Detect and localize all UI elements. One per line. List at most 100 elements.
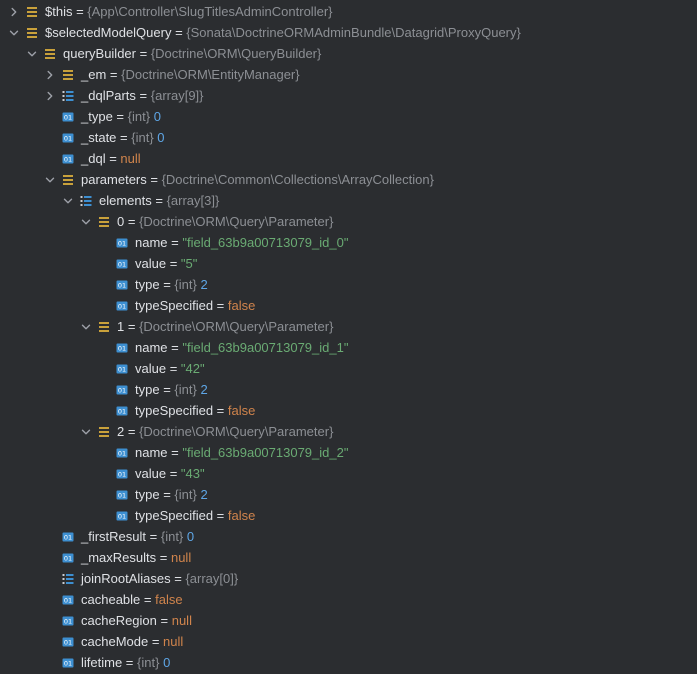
chevron-down-icon[interactable] (80, 421, 92, 442)
tree-row[interactable]: 01 lifetime = {int} 0 (0, 652, 697, 673)
variable-name: typeSpecified (135, 298, 214, 313)
primitive-icon: 01 (116, 379, 128, 400)
tree-row[interactable]: 01 _dql = null (0, 148, 697, 169)
chevron-down-icon[interactable] (8, 22, 20, 43)
row-text: _dql = null (81, 148, 141, 169)
svg-text:01: 01 (118, 407, 126, 415)
equals-sign: = (166, 466, 181, 481)
tree-row[interactable]: 01 value = "43" (0, 463, 697, 484)
equals-sign: = (213, 298, 228, 313)
equals-sign: = (166, 256, 181, 271)
row-text: lifetime = {int} 0 (81, 652, 170, 673)
variable-type: {int} (127, 109, 151, 124)
variable-name: _type (81, 109, 113, 124)
equals-sign: = (167, 340, 183, 355)
equals-sign: = (146, 172, 162, 187)
object-icon (62, 64, 74, 85)
primitive-icon: 01 (116, 232, 128, 253)
tree-row[interactable]: 01 typeSpecified = false (0, 505, 697, 526)
tree-row[interactable]: 01 cacheRegion = null (0, 610, 697, 631)
variable-name: $this (45, 4, 73, 19)
variable-name: type (135, 277, 160, 292)
tree-row[interactable]: $selectedModelQuery = {Sonata\DoctrineOR… (0, 22, 697, 43)
variable-value: "42" (180, 361, 205, 376)
tree-row[interactable]: joinRootAliases = {array[0]} (0, 568, 697, 589)
tree-row[interactable]: 01 typeSpecified = false (0, 295, 697, 316)
tree-row[interactable]: elements = {array[3]} (0, 190, 697, 211)
variable-type: {int} (174, 487, 197, 502)
variable-name: parameters (81, 172, 147, 187)
svg-text:01: 01 (118, 386, 126, 394)
tree-row[interactable]: 01 name = "field_63b9a00713079_id_2" (0, 442, 697, 463)
tree-row[interactable]: 1 = {Doctrine\ORM\Query\Parameter} (0, 316, 697, 337)
chevron-down-icon[interactable] (80, 211, 92, 232)
svg-text:01: 01 (118, 449, 126, 457)
tree-row[interactable]: 01 value = "5" (0, 253, 697, 274)
chevron-right-icon[interactable] (8, 1, 20, 22)
primitive-icon: 01 (62, 526, 74, 547)
svg-text:01: 01 (64, 596, 72, 604)
tree-row[interactable]: 01 name = "field_63b9a00713079_id_1" (0, 337, 697, 358)
variable-name: _dql (81, 151, 106, 166)
tree-row[interactable]: 01 type = {int} 2 (0, 484, 697, 505)
chevron-down-icon[interactable] (44, 169, 56, 190)
tree-row[interactable]: 01 cacheable = false (0, 589, 697, 610)
array-icon (80, 190, 92, 211)
tree-row[interactable]: 01 type = {int} 2 (0, 274, 697, 295)
tree-row[interactable]: 2 = {Doctrine\ORM\Query\Parameter} (0, 421, 697, 442)
variable-value: "5" (180, 256, 198, 271)
chevron-down-icon[interactable] (26, 43, 38, 64)
variable-type: {int} (131, 130, 154, 145)
row-text: $selectedModelQuery = {Sonata\DoctrineOR… (45, 22, 521, 43)
variable-type: {Doctrine\Common\Collections\ArrayCollec… (161, 172, 434, 187)
svg-text:01: 01 (118, 470, 126, 478)
tree-row[interactable]: parameters = {Doctrine\Common\Collection… (0, 169, 697, 190)
variable-name: type (135, 487, 160, 502)
variable-name: value (135, 466, 167, 481)
tree-row[interactable]: 01 _maxResults = null (0, 547, 697, 568)
chevron-right-icon[interactable] (44, 85, 56, 106)
object-icon (98, 316, 110, 337)
tree-row[interactable]: 01 value = "42" (0, 358, 697, 379)
variable-value: 2 (200, 487, 208, 502)
equals-sign: = (159, 382, 175, 397)
equals-sign: = (112, 109, 128, 124)
variable-name: lifetime (81, 655, 123, 670)
tree-row[interactable]: 0 = {Doctrine\ORM\Query\Parameter} (0, 211, 697, 232)
row-text: joinRootAliases = {array[0]} (81, 568, 238, 589)
variable-name: name (135, 445, 168, 460)
variable-value: 0 (157, 130, 165, 145)
variable-value: null (163, 634, 184, 649)
row-text: 2 = {Doctrine\ORM\Query\Parameter} (117, 421, 333, 442)
chevron-down-icon[interactable] (80, 316, 92, 337)
tree-row[interactable]: $this = {App\Controller\SlugTitlesAdminC… (0, 1, 697, 22)
variable-value: 0 (153, 109, 161, 124)
tree-row[interactable]: queryBuilder = {Doctrine\ORM\QueryBuilde… (0, 43, 697, 64)
equals-sign: = (213, 403, 228, 418)
variable-name: $selectedModelQuery (45, 25, 172, 40)
variable-value: false (155, 592, 183, 607)
chevron-right-icon[interactable] (44, 64, 56, 85)
variable-type: {int} (160, 529, 184, 544)
object-icon (26, 1, 38, 22)
equals-sign: = (72, 4, 88, 19)
variable-name: typeSpecified (135, 403, 214, 418)
array-icon (62, 85, 74, 106)
variable-type: {int} (137, 655, 160, 670)
tree-row[interactable]: 01 _type = {int} 0 (0, 106, 697, 127)
svg-text:01: 01 (64, 617, 72, 625)
tree-row[interactable]: 01 _firstResult = {int} 0 (0, 526, 697, 547)
equals-sign: = (124, 424, 140, 439)
tree-row[interactable]: 01 typeSpecified = false (0, 400, 697, 421)
chevron-down-icon[interactable] (62, 190, 74, 211)
svg-text:01: 01 (64, 155, 72, 163)
tree-row[interactable]: _dqlParts = {array[9]} (0, 85, 697, 106)
svg-text:01: 01 (64, 659, 72, 667)
tree-row[interactable]: 01 name = "field_63b9a00713079_id_0" (0, 232, 697, 253)
equals-sign: = (159, 487, 175, 502)
tree-row[interactable]: 01 cacheMode = null (0, 631, 697, 652)
tree-row[interactable]: 01 type = {int} 2 (0, 379, 697, 400)
tree-row[interactable]: _em = {Doctrine\ORM\EntityManager} (0, 64, 697, 85)
tree-row[interactable]: 01 _state = {int} 0 (0, 127, 697, 148)
svg-text:01: 01 (118, 491, 126, 499)
